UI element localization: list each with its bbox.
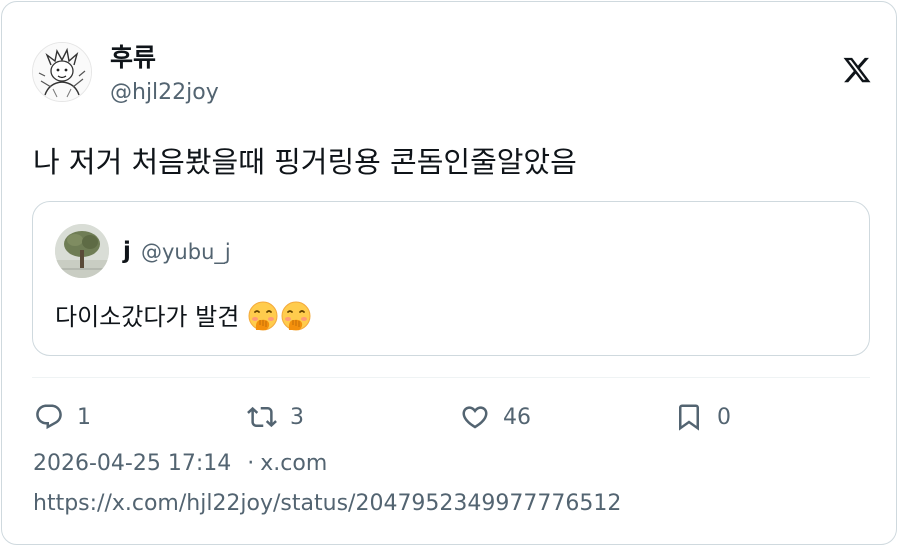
quoted-display-name[interactable]: j: [123, 238, 131, 264]
reply-button[interactable]: 1: [34, 400, 91, 434]
bookmark-button[interactable]: 0: [674, 400, 731, 434]
source-link[interactable]: x.com: [260, 451, 327, 476]
sketch-character-avatar-icon: [33, 43, 91, 101]
x-logo-icon[interactable]: [842, 55, 872, 85]
bookmark-count: 0: [717, 404, 731, 430]
tweet-url[interactable]: https://x.com/hjl22joy/status/2047952349…: [33, 491, 621, 516]
quoted-tweet-text: 다이소갔다가 발견: [55, 297, 313, 332]
like-button[interactable]: 46: [460, 400, 531, 434]
quoted-handle[interactable]: @yubu_j: [141, 240, 231, 264]
quoted-author-avatar[interactable]: [55, 224, 109, 278]
like-count: 46: [503, 404, 531, 430]
face-with-hand-over-mouth-icon: [280, 300, 312, 332]
retweet-icon: [247, 406, 277, 428]
tweet-card: 후류 @hjl22joy 나 저거 처음봤을때 핑거링용 콘돔인줄알았음 j @…: [1, 1, 897, 545]
divider: [32, 377, 870, 378]
tweet-meta: 2026-04-25 17:14 · x.com: [33, 451, 327, 476]
reply-icon: [36, 404, 62, 430]
author-display-name[interactable]: 후류: [110, 38, 156, 74]
timestamp[interactable]: 2026-04-25 17:14: [33, 451, 231, 476]
tweet-text: 나 저거 처음봤을때 핑거링용 콘돔인줄알았음: [33, 145, 577, 179]
author-avatar[interactable]: [32, 42, 92, 102]
meta-separator: ·: [247, 451, 255, 476]
retweet-button[interactable]: 3: [247, 400, 304, 434]
reply-count: 1: [77, 404, 91, 430]
tree-photo-avatar-icon: [55, 224, 109, 278]
face-with-hand-over-mouth-icon: [247, 300, 279, 332]
quoted-tweet[interactable]: j @yubu_j 다이소갔다가 발견: [32, 201, 870, 356]
author-handle[interactable]: @hjl22joy: [110, 80, 219, 105]
bookmark-icon: [679, 404, 699, 431]
heart-icon: [462, 406, 488, 429]
quoted-text-content: 다이소갔다가 발견: [55, 303, 240, 331]
retweet-count: 3: [290, 404, 304, 430]
